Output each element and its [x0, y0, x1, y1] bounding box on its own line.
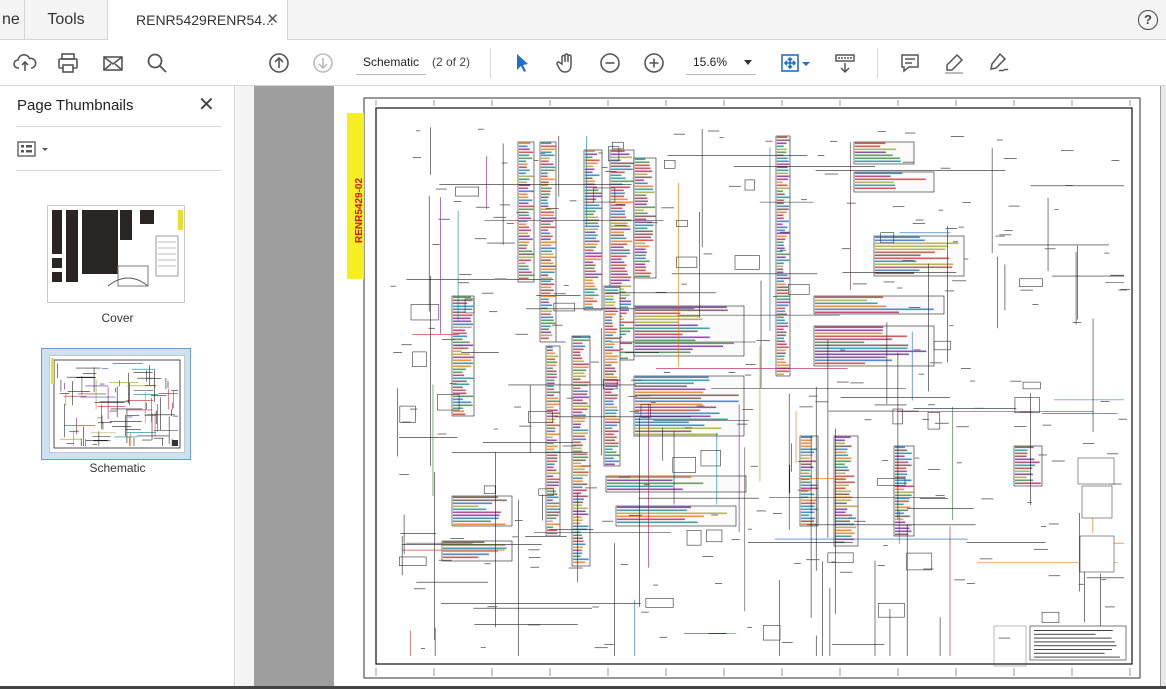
page-number-input[interactable]: Schematic: [356, 51, 426, 75]
comment-icon[interactable]: [896, 49, 924, 77]
tab-tools[interactable]: Tools: [24, 0, 108, 40]
schematic-drawing: [363, 97, 1141, 679]
zoom-level-value: 15.6%: [693, 55, 728, 69]
schematic-preview: [51, 358, 181, 449]
hand-tool-icon[interactable]: [552, 49, 580, 77]
highlight-pen-icon[interactable]: [940, 49, 968, 77]
document-code: RENR5429-02: [354, 177, 365, 243]
tab-document-label: RENR5429RENR54...: [136, 12, 274, 28]
zoom-in-icon[interactable]: [640, 49, 668, 77]
thumbnail-options-button[interactable]: [17, 140, 57, 158]
thumbnail-schematic-label: Schematic: [89, 461, 146, 475]
search-icon[interactable]: [143, 49, 171, 77]
tab-bar: ne Tools RENR5429RENR54... ✕ ?: [0, 0, 1166, 41]
close-icon[interactable]: ✕: [198, 95, 215, 115]
fit-page-dropdown-icon[interactable]: [800, 49, 812, 77]
document-title-strip: RENR5429-02: [347, 113, 365, 279]
zoom-out-icon[interactable]: [596, 49, 624, 77]
print-icon[interactable]: [54, 49, 82, 77]
toolbar-divider: [877, 48, 878, 78]
tab-close-icon[interactable]: ✕: [266, 0, 279, 40]
next-page-icon[interactable]: [309, 49, 337, 77]
previous-page-icon[interactable]: [265, 49, 293, 77]
cloud-upload-icon[interactable]: [11, 49, 39, 77]
panel-divider: [16, 126, 221, 127]
panel-divider: [16, 170, 221, 171]
scroll-mode-icon[interactable]: [831, 49, 859, 77]
cover-preview: [52, 210, 183, 287]
list-options-icon: [17, 141, 48, 157]
select-tool-icon[interactable]: [508, 49, 536, 77]
toolbar-divider: [490, 48, 491, 78]
panel-title: Page Thumbnails: [17, 97, 134, 114]
document-page[interactable]: RENR5429-02: [334, 86, 1160, 686]
thumbnail-cover[interactable]: [47, 205, 185, 303]
schematic-preview-frame: [49, 355, 185, 453]
email-icon[interactable]: [99, 49, 127, 77]
page-count: (2 of 2): [432, 55, 471, 69]
thumbnail-cover-label: Cover: [101, 311, 134, 325]
page-thumbnails-panel: Page Thumbnails ✕ Cover Schematic: [0, 86, 246, 689]
draw-sign-icon[interactable]: [984, 49, 1012, 77]
help-icon[interactable]: ?: [1138, 10, 1158, 30]
thumbnail-schematic[interactable]: [41, 348, 191, 460]
zoom-level-select[interactable]: 15.6%: [686, 51, 756, 75]
panel-gutter: [236, 86, 254, 689]
vertical-scrollbar[interactable]: [1161, 86, 1166, 689]
main-toolbar: Schematic (2 of 2) 15.6%: [0, 40, 1166, 86]
chevron-down-icon: [744, 60, 752, 65]
tab-document[interactable]: RENR5429RENR54... ✕: [108, 0, 288, 41]
tab-home[interactable]: ne: [0, 0, 24, 40]
